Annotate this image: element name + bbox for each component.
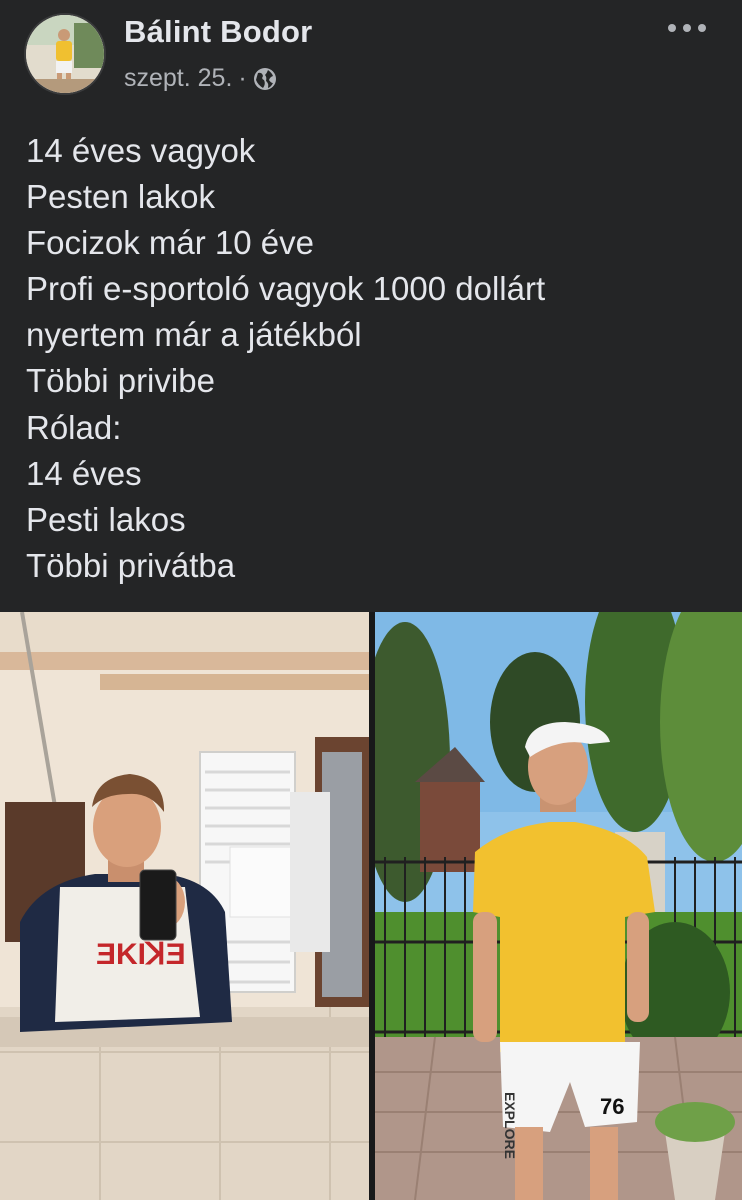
- author-name[interactable]: Bálint Bodor: [124, 14, 312, 50]
- more-options-icon[interactable]: [668, 14, 706, 42]
- post-line: 14 éves vagyok: [26, 132, 256, 169]
- shorts-number: 76: [600, 1094, 624, 1119]
- phone: [140, 870, 176, 940]
- post-line: Focizok már 10 éve: [26, 224, 314, 262]
- globe-icon[interactable]: [253, 67, 277, 91]
- post-line: 14 éves: [26, 454, 142, 492]
- post-line: Pesti lakos: [26, 500, 186, 538]
- shirt-print: ƎKIꓘƎ: [96, 938, 186, 971]
- post-date[interactable]: szept. 25.: [124, 64, 232, 93]
- post-line: Többi privibe: [26, 362, 215, 400]
- post-line: Többi privátba: [26, 546, 236, 584]
- post-header: Bálint Bodor szept. 25. ·: [0, 0, 742, 110]
- avatar-image: [26, 15, 104, 93]
- post-text: 14 éves vagyok Pesten lakok Focizok már …: [26, 128, 716, 589]
- post-line: Rólad:: [26, 408, 122, 446]
- photo-garden-portrait[interactable]: EXPLORE 76: [375, 612, 742, 1200]
- author-avatar[interactable]: [24, 13, 106, 95]
- photo-mirror-selfie[interactable]: ƎKIꓘƎ: [0, 612, 369, 1200]
- meta-separator: ·: [238, 64, 247, 92]
- post-line: nyertem már a játékból: [26, 316, 362, 354]
- post-photos: ƎKIꓘƎ EXPLORE 76: [0, 612, 742, 1200]
- post-meta: szept. 25. ·: [124, 64, 277, 93]
- post-line: Pesten lakok: [26, 178, 215, 216]
- post-line: Profi e-sportoló vagyok 1000 dollárt: [26, 270, 546, 308]
